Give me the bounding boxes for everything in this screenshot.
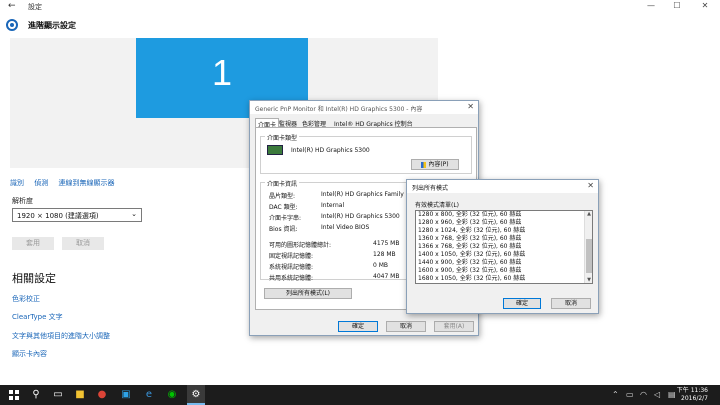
display-links: 識別 偵測 連線到無線顯示器	[10, 178, 122, 188]
scroll-thumb[interactable]	[586, 239, 592, 273]
clock[interactable]: 下午 11:36 2016/2/7	[677, 387, 708, 403]
volume-icon[interactable]: ◁	[654, 390, 660, 399]
valid-modes-label: 有效模式清單(L)	[415, 202, 460, 209]
chrome-icon[interactable]: ●	[96, 389, 108, 401]
mode-list-item[interactable]: 1400 x 1050, 全彩 (32 位元), 60 赫茲	[416, 251, 592, 259]
ok-button[interactable]: 確定	[338, 321, 378, 332]
identify-link[interactable]: 識別	[10, 179, 24, 187]
dedicated-memory-key: 固定視訊記憶體:	[269, 253, 314, 260]
modes-cancel-button[interactable]: 取消	[551, 298, 591, 309]
list-all-modes-button[interactable]: 列出所有模式(L)	[264, 288, 352, 299]
maximize-button[interactable]: ☐	[670, 1, 684, 10]
close-icon[interactable]: ✕	[587, 181, 594, 190]
scroll-up-icon[interactable]: ▲	[585, 211, 592, 217]
properties-button-label: 內容(P)	[428, 161, 449, 168]
color-calibration-link[interactable]: 色彩校正	[12, 294, 40, 304]
connect-wireless-display-link[interactable]: 連線到無線顯示器	[58, 179, 114, 187]
bios-info-value: Intel Video BIOS	[321, 224, 370, 231]
mode-list-item[interactable]: 1280 x 960, 全彩 (32 位元), 60 赫茲	[416, 219, 592, 227]
shared-memory-key: 共用系統記憶體:	[269, 275, 314, 282]
resolution-dropdown[interactable]: 1920 × 1080 (建議選項) ⌄	[12, 208, 142, 222]
related-settings-title: 相關設定	[12, 272, 56, 285]
chip-type-key: 晶片類型:	[269, 193, 296, 200]
taskbar: ⚲ ▭ ■ ● ▣ e ◉ ⚙ ⌃ ▭ ◠ ◁ ▤ 下午 11:36 2016/…	[0, 385, 720, 405]
close-button[interactable]: ✕	[698, 1, 712, 10]
minimize-button[interactable]: —	[644, 1, 658, 10]
shield-icon	[421, 161, 427, 168]
back-arrow-icon[interactable]: ←	[8, 1, 16, 11]
dialog-title: Generic PnP Monitor 和 Intel(R) HD Graphi…	[255, 106, 423, 113]
modes-list: 1280 x 800, 全彩 (32 位元), 60 赫茲 1280 x 960,…	[416, 211, 592, 284]
chevron-up-icon[interactable]: ⌃	[612, 390, 619, 399]
clock-date: 2016/2/7	[681, 395, 708, 402]
chip-type-value: Intel(R) HD Graphics Family	[321, 191, 404, 198]
modes-ok-button[interactable]: 確定	[503, 298, 541, 309]
adapter-type-group: 介面卡類型 Intel(R) HD Graphics 5300 內容(P)	[260, 133, 472, 174]
mode-list-item[interactable]: 1280 x 1024, 全彩 (32 位元), 60 赫茲	[416, 227, 592, 235]
detect-link[interactable]: 偵測	[34, 179, 48, 187]
monitor-number: 1	[211, 52, 233, 93]
adapter-name: Intel(R) HD Graphics 5300	[291, 147, 370, 154]
modes-dialog-title-bar: 列出所有模式 ✕	[407, 180, 598, 193]
scroll-down-icon[interactable]: ▼	[585, 277, 592, 283]
wifi-icon[interactable]: ◠	[640, 390, 647, 399]
window-title: 設定	[28, 3, 42, 11]
gear-icon	[6, 19, 18, 31]
dialog-apply-button[interactable]: 套用(A)	[434, 321, 474, 332]
cancel-button[interactable]: 取消	[62, 237, 104, 250]
mode-list-item[interactable]: 1440 x 900, 全彩 (32 位元), 60 赫茲	[416, 259, 592, 267]
windows-start-icon[interactable]	[8, 389, 20, 401]
modes-dialog-title: 列出所有模式	[412, 185, 449, 192]
adapter-properties-link[interactable]: 顯示卡內容	[12, 349, 47, 359]
battery-icon[interactable]: ▭	[626, 390, 634, 399]
list-all-modes-dialog: 列出所有模式 ✕ 有效模式清單(L) 1280 x 800, 全彩 (32 位元…	[406, 179, 599, 314]
dedicated-memory-value: 128 MB	[373, 251, 396, 258]
dac-type-key: DAC 類型:	[269, 204, 298, 211]
edge-icon[interactable]: e	[143, 389, 155, 401]
task-view-icon[interactable]: ▭	[52, 389, 64, 401]
adapter-string-value: Intel(R) HD Graphics 5300	[321, 213, 400, 220]
close-icon[interactable]: ✕	[467, 102, 474, 111]
total-memory-key: 可用的圖形記憶體總計:	[269, 242, 332, 249]
modes-listbox[interactable]: 1280 x 800, 全彩 (32 位元), 60 赫茲 1280 x 960,…	[415, 210, 593, 284]
resolution-label: 解析度	[12, 197, 33, 205]
graphics-card-icon	[267, 145, 283, 155]
advanced-sizing-link[interactable]: 文字與其他項目的進階大小調整	[12, 331, 110, 341]
mode-list-item[interactable]: 1360 x 768, 全彩 (32 位元), 60 赫茲	[416, 235, 592, 243]
mode-list-item[interactable]: 1366 x 768, 全彩 (32 位元), 60 赫茲	[416, 243, 592, 251]
bios-info-key: Bios 資訊:	[269, 226, 298, 233]
total-memory-value: 4175 MB	[373, 240, 400, 247]
system-video-memory-key: 系統視訊記憶體:	[269, 264, 314, 271]
clock-time: 下午 11:36	[676, 387, 708, 394]
resolution-value: 1920 × 1080 (建議選項)	[17, 212, 99, 220]
title-bar: ← 設定 — ☐ ✕	[0, 0, 720, 14]
mode-list-item[interactable]: 1280 x 800, 全彩 (32 位元), 60 赫茲	[416, 211, 592, 219]
adapter-type-label: 介面卡類型	[265, 133, 300, 142]
dialog-title-bar: Generic PnP Monitor 和 Intel(R) HD Graphi…	[250, 101, 478, 114]
page-title: 進階顯示設定	[28, 21, 76, 30]
shared-memory-value: 4047 MB	[373, 273, 400, 280]
settings-icon[interactable]: ⚙	[190, 389, 202, 401]
adapter-properties-button[interactable]: 內容(P)	[411, 159, 459, 170]
mode-list-item[interactable]: 1680 x 1050, 全彩 (32 位元), 60 赫茲	[416, 275, 592, 283]
search-icon[interactable]: ⚲	[30, 389, 42, 401]
line-icon[interactable]: ◉	[166, 389, 178, 401]
apply-button[interactable]: 套用	[12, 237, 54, 250]
file-explorer-icon[interactable]: ■	[74, 389, 86, 401]
cleartype-link[interactable]: ClearType 文字	[12, 312, 63, 322]
dac-type-value: Internal	[321, 202, 345, 209]
chevron-down-icon: ⌄	[131, 210, 137, 218]
store-icon[interactable]: ▣	[120, 389, 132, 401]
mode-list-item[interactable]: 1600 x 900, 全彩 (32 位元), 60 赫茲	[416, 267, 592, 275]
adapter-info-label: 介面卡資訊	[265, 179, 300, 188]
scrollbar[interactable]: ▲ ▼	[584, 211, 592, 283]
notification-icon[interactable]: ▤	[668, 390, 676, 399]
page-header: 進階顯示設定	[0, 17, 300, 35]
mode-list-item[interactable]: 1920 x 1080, 全彩 (32 位元), 60 赫茲	[416, 283, 592, 284]
system-video-memory-value: 0 MB	[373, 262, 389, 269]
adapter-string-key: 介面卡字串:	[269, 215, 302, 222]
dialog-cancel-button[interactable]: 取消	[386, 321, 426, 332]
